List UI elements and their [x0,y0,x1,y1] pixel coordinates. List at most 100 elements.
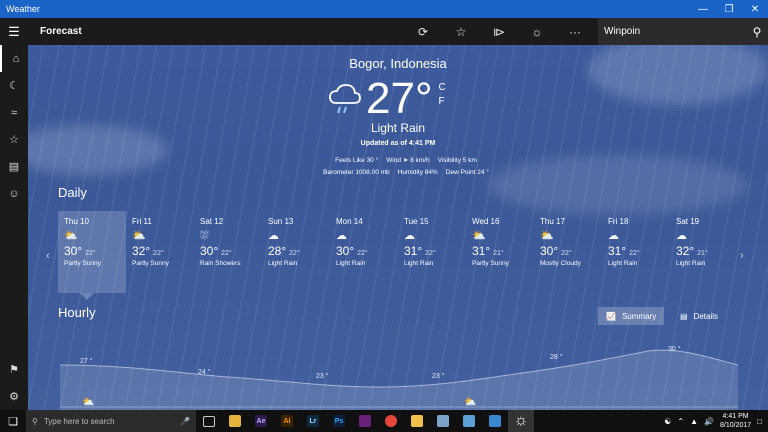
nav-forecast-home-icon[interactable]: ⌂ [0,45,30,72]
day-name: Fri 11 [132,217,152,226]
hourly-temp-label: 24 ° [198,369,211,376]
notifications-icon[interactable]: □ [757,417,762,426]
settings-sun-icon[interactable]: ☼ [518,18,556,45]
day-name: Fri 18 [608,217,629,226]
daily-item[interactable]: Sun 13 ☁ 28° 22° Light Rain [262,211,330,293]
daily-item[interactable]: Fri 18 ☁ 31° 22° Light Rain [602,211,670,293]
app-icon[interactable] [430,410,456,432]
day-high: 31° [608,244,627,258]
taskbar-search[interactable]: ⚲ Type here to search 🎤 [26,410,196,432]
notepad-icon[interactable] [456,410,482,432]
close-button[interactable]: ✕ [742,0,768,18]
daily-item[interactable]: Tue 15 ☁ 31° 22° Light Rain [398,211,466,293]
hourly-temp-label: 23 ° [432,373,445,380]
taskbar-clock[interactable]: 4:41 PM 8/10/2017 [720,412,751,430]
system-tray: ☯ ⌃ ▲ 🔊 4:41 PM 8/10/2017 □ [664,412,768,430]
details-tab[interactable]: ▤ Details [672,307,728,325]
visual-studio-icon[interactable] [352,410,378,432]
partly-sunny-icon: ⛅ [64,230,78,242]
more-options-icon[interactable]: ··· [556,18,594,45]
daily-item[interactable]: Fri 11 ⛅ 32° 22° Partly Sunny [126,211,194,293]
day-high: 30° [336,244,355,258]
summary-tab[interactable]: 📈 Summary [598,307,664,325]
nav-settings-gear-icon[interactable]: ⚙ [0,383,28,410]
day-condition: Rain Showers [200,260,241,267]
light-rain-icon: ☁ [608,230,619,242]
nav-feedback-icon[interactable]: ⚑ [0,356,28,383]
unit-fahrenheit-button[interactable]: F [439,95,446,109]
left-nav: ⌂ ☾ ≈ ☆ ▤ ☺ ⚑ ⚙ [0,45,28,410]
lightroom-icon[interactable]: Lr [300,410,326,432]
hourly-temp-label: 28 ° [550,354,563,361]
illustrator-icon[interactable]: Ai [274,410,300,432]
taskbar-search-placeholder: Type here to search [43,416,115,426]
day-low: 22° [357,250,368,257]
location-search-box[interactable]: ⚲ [598,18,768,45]
windows-taskbar: ❏ ⚲ Type here to search 🎤 Ae Ai Lr Ps ☼ … [0,410,768,432]
folder-icon[interactable] [404,410,430,432]
dew-point: Dew Point 24 ° [446,167,489,179]
summary-label: Summary [621,311,657,321]
day-high: 28° [268,244,287,258]
nav-places-icon[interactable]: ☆ [0,126,28,153]
pin-icon[interactable]: ⧐ [480,18,518,45]
day-name: Thu 10 [64,217,89,226]
partly-sunny-icon: ⛅ [132,230,146,242]
favorite-star-icon[interactable]: ☆ [442,18,480,45]
search-icon[interactable]: ⚲ [746,25,768,39]
network-icon[interactable]: ▲ [690,417,698,426]
light-rain-icon: ☁ [404,230,415,242]
daily-item[interactable]: Thu 17 ⛅ 30° 22° Mostly Cloudy [534,211,602,293]
windows-start-icon[interactable]: ❏ [0,415,26,428]
window-title: Weather [6,4,40,14]
day-low: 22° [425,250,436,257]
hourly-temp-label: 30 ° [668,346,681,353]
daily-forecast-list: Thu 10 ⛅ 30° 22° Partly Sunny Fri 11 ⛅ 32… [58,211,748,293]
feels-like-value: 30 ° [366,157,379,164]
nav-maps-icon[interactable]: ☾ [0,72,28,99]
current-details: Feels Like 30 ° Wind ➤ 8 km/h Visibility… [286,155,526,179]
nav-life-icon[interactable]: ☺ [0,180,28,207]
day-condition: Light Rain [336,260,366,267]
photoshop-icon[interactable]: Ps [326,410,352,432]
file-explorer-icon[interactable] [222,410,248,432]
daily-prev-arrow-icon[interactable]: ‹ [46,250,50,262]
volume-icon[interactable]: 🔊 [704,417,714,426]
nav-news-icon[interactable]: ▤ [0,153,28,180]
chevron-up-icon[interactable]: ⌃ [677,417,684,426]
day-high: 32° [676,244,695,258]
feels-like-label: Feels Like [335,157,365,164]
chrome-icon[interactable] [378,410,404,432]
maximize-button[interactable]: ❐ [716,0,742,18]
daily-item[interactable]: Wed 16 ⛅ 31° 21° Partly Sunny [466,211,534,293]
task-view-icon[interactable] [196,410,222,432]
selected-day-caret [80,293,94,300]
location-name: Bogor, Indonesia [349,56,447,71]
day-high: 30° [64,244,83,258]
day-low: 22° [153,250,164,257]
unit-toggle: C F [439,81,446,109]
minimize-button[interactable]: — [690,0,716,18]
app-bar: ☰ Forecast ⟳ ☆ ⧐ ☼ ··· ⚲ [0,18,768,45]
current-condition: Light Rain [370,121,426,135]
daily-item[interactable]: Sat 19 ☁ 32° 21° Light Rain [670,211,738,293]
clock-time: 4:41 PM [722,413,749,420]
daily-item[interactable]: Sat 12 ⛆ 30° 22° Rain Showers [194,211,262,293]
search-input[interactable] [598,25,746,38]
daily-item[interactable]: Thu 10 ⛅ 30° 22° Partly Sunny [58,211,126,293]
document-icon: ▤ [680,311,688,321]
visibility-label: Visibility [437,157,461,164]
wind: Wind ➤ 8 km/h [386,155,429,167]
updated-time: Updated as of 4:41 PM [360,140,436,147]
light-rain-icon [329,84,361,114]
microphone-icon[interactable]: 🎤 [180,417,190,426]
refresh-icon[interactable]: ⟳ [404,18,442,45]
weather-app-icon[interactable]: ☼ [508,410,534,432]
unit-celsius-button[interactable]: C [439,81,446,95]
daily-item[interactable]: Mon 14 ☁ 30° 22° Light Rain [330,211,398,293]
people-icon[interactable]: ☯ [664,417,671,426]
nav-historical-icon[interactable]: ≈ [0,99,28,126]
hamburger-menu-icon[interactable]: ☰ [0,18,28,45]
mail-icon[interactable] [482,410,508,432]
after-effects-icon[interactable]: Ae [248,410,274,432]
